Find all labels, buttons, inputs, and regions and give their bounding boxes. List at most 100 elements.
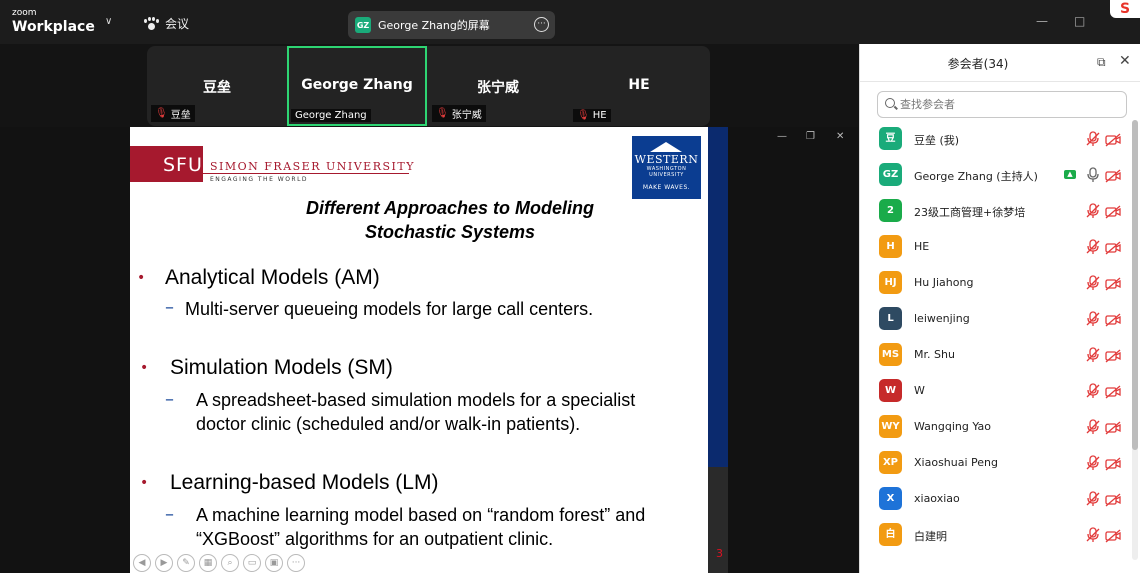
previous-slide-icon[interactable]: ◀ — [133, 554, 151, 572]
video-off-icon[interactable] — [1105, 420, 1121, 435]
slides-grid-icon[interactable]: ▦ — [199, 554, 217, 572]
mic-muted-icon[interactable] — [1086, 383, 1100, 399]
mic-muted-icon[interactable] — [1086, 239, 1100, 255]
maximize-icon[interactable]: □ — [1074, 14, 1085, 28]
participant-row[interactable]: 豆豆垒 (我) — [860, 122, 1130, 158]
app-badge-icon[interactable]: S — [1110, 0, 1140, 18]
zoom-logo[interactable]: zoom Workplace — [12, 9, 95, 35]
video-off-icon[interactable] — [1105, 384, 1121, 399]
video-off-icon[interactable] — [1105, 276, 1121, 291]
participant-name: 豆垒 (我) — [914, 134, 960, 147]
participant-name: 白建明 — [914, 530, 947, 543]
mic-muted-icon: 🎙︎ — [577, 110, 590, 121]
close-icon[interactable]: ✕ — [1119, 53, 1131, 69]
video-tile-active-speaker[interactable]: George Zhang George Zhang — [287, 46, 427, 126]
video-off-icon[interactable] — [1105, 456, 1121, 471]
participant-row[interactable]: H HE — [860, 230, 1130, 266]
video-off-icon[interactable] — [1105, 132, 1121, 147]
slide-page-number: 3 — [716, 547, 723, 560]
video-off-icon[interactable] — [1105, 240, 1121, 255]
logo-main-text: Workplace — [12, 19, 95, 35]
sub-bullet-dash: – — [165, 504, 174, 525]
video-off-icon[interactable] — [1105, 528, 1121, 543]
shared-screen[interactable]: — ❐ ✕ SFU SIMON FRASER UNIVERSITY ENGAGI… — [0, 127, 858, 573]
mic-muted-icon[interactable] — [1086, 311, 1100, 327]
mic-muted-icon[interactable] — [1086, 347, 1100, 363]
participant-row[interactable]: 白白建明 — [860, 518, 1130, 554]
participant-name: Hu Jiahong — [914, 276, 974, 289]
mic-muted-icon[interactable] — [1086, 455, 1100, 471]
participant-row[interactable]: MS Mr. Shu — [860, 338, 1130, 374]
avatar: HJ — [879, 271, 902, 294]
video-tile[interactable]: 豆垒 🎙︎ 豆垒 — [147, 46, 287, 126]
mic-icon[interactable] — [1086, 167, 1100, 183]
avatar: 豆 — [879, 127, 902, 150]
participant-name: W — [914, 384, 925, 397]
zoom-icon[interactable]: ⌕ — [221, 554, 239, 572]
participant-row[interactable]: Xxiaoxiao — [860, 482, 1130, 518]
subtitles-icon[interactable]: ▭ — [243, 554, 261, 572]
video-off-icon[interactable] — [1105, 492, 1121, 507]
scrollbar[interactable] — [1132, 120, 1138, 560]
participant-name: HE — [914, 240, 930, 253]
slide-title-line1: Different Approaches to Modeling — [305, 198, 595, 218]
more-options-icon[interactable]: ··· — [534, 17, 549, 32]
video-tile[interactable]: HE 🎙︎ HE — [569, 46, 709, 126]
slide-title-line2: Stochastic Systems — [364, 222, 536, 242]
more-options-icon[interactable]: ··· — [287, 554, 305, 572]
search-icon — [885, 98, 895, 108]
video-off-icon[interactable] — [1105, 348, 1121, 363]
meeting-menu-button[interactable]: 会议 — [143, 15, 189, 32]
tile-label-text: George Zhang — [295, 110, 367, 121]
slideshow-toolbar: ◀ ▶ ✎ ▦ ⌕ ▭ ▣ ··· — [133, 554, 305, 572]
participant-name: xiaoxiao — [914, 492, 960, 505]
next-slide-icon[interactable]: ▶ — [155, 554, 173, 572]
video-strip: 豆垒 🎙︎ 豆垒 George Zhang George Zhang 张宁威 🎙︎… — [147, 46, 710, 126]
participant-row[interactable]: HJ Hu Jiahong — [860, 266, 1130, 302]
participant-search-input[interactable]: 查找参会者 — [877, 91, 1127, 118]
participant-row[interactable]: 2 23级工商管理+徐梦培 — [860, 194, 1130, 230]
participant-row[interactable]: GZ George Zhang (主持人) ▲ — [860, 158, 1130, 194]
sfu-tagline: ENGAGING THE WORLD — [210, 176, 309, 183]
pen-icon[interactable]: ✎ — [177, 554, 195, 572]
mic-muted-icon[interactable] — [1086, 131, 1100, 147]
participant-name: Wangqing Yao — [914, 420, 992, 433]
wwu-tagline: MAKE WAVES. — [642, 184, 691, 191]
screen-share-indicator[interactable]: GZ George Zhang的屏幕 ··· — [348, 11, 555, 39]
shared-window-minimize-icon: — — [777, 131, 787, 142]
tile-label: 🎙︎ 张宁威 — [432, 105, 486, 122]
minimize-icon[interactable]: — — [1036, 14, 1048, 28]
tile-display-name: 张宁威 — [477, 80, 519, 96]
mic-muted-icon[interactable] — [1086, 203, 1100, 219]
participant-name: leiwenjing — [914, 312, 970, 325]
video-off-icon[interactable] — [1105, 168, 1121, 183]
avatar: 2 — [879, 199, 902, 222]
mic-muted-icon[interactable] — [1086, 491, 1100, 507]
mic-muted-icon[interactable] — [1086, 275, 1100, 291]
chevron-down-icon[interactable]: ∨ — [105, 16, 112, 27]
mic-muted-icon: 🎙︎ — [436, 108, 449, 119]
sub-bullet-dash: – — [165, 297, 174, 318]
participant-row[interactable]: WY Wangqing Yao — [860, 410, 1130, 446]
video-off-icon[interactable] — [1105, 204, 1121, 219]
mic-muted-icon[interactable] — [1086, 527, 1100, 543]
participant-row[interactable]: Lleiwenjing — [860, 302, 1130, 338]
meeting-label: 会议 — [165, 17, 190, 31]
tile-display-name: 豆垒 — [203, 80, 231, 96]
share-title: George Zhang的屏幕 — [378, 19, 490, 32]
camera-icon[interactable]: ▣ — [265, 554, 283, 572]
bullet-marker: • — [140, 475, 149, 491]
mic-muted-icon[interactable] — [1086, 419, 1100, 435]
participant-row[interactable]: WW — [860, 374, 1130, 410]
mountain-icon — [650, 142, 682, 152]
participant-row[interactable]: XP Xiaoshuai Peng — [860, 446, 1130, 482]
wwu-line3: UNIVERSITY — [649, 172, 684, 178]
screen-share-icon: ▲ — [1064, 170, 1076, 179]
sfu-divider — [203, 173, 409, 174]
video-tile[interactable]: 张宁威 🎙︎ 张宁威 — [428, 46, 568, 126]
avatar: H — [879, 235, 902, 258]
sfu-university-name: SIMON FRASER UNIVERSITY — [210, 160, 415, 173]
pop-out-icon[interactable]: ⧉ — [1097, 55, 1106, 70]
scrollbar-thumb[interactable] — [1132, 120, 1138, 450]
video-off-icon[interactable] — [1105, 312, 1121, 327]
